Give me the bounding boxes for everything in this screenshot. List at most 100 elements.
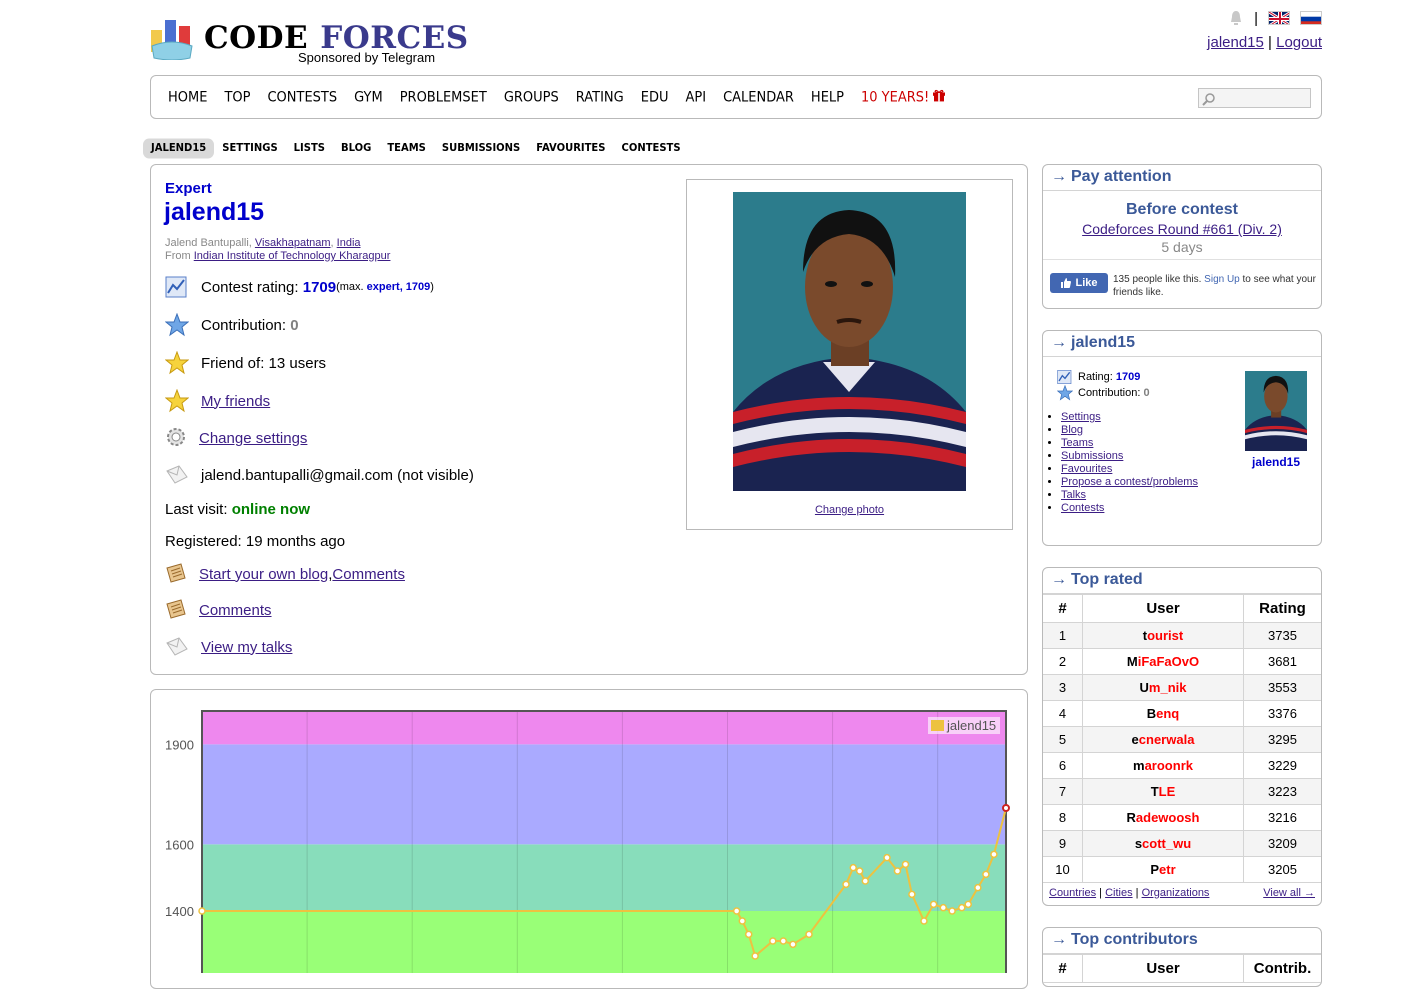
subtab-settings[interactable]: SETTINGS xyxy=(214,138,285,158)
subtab-contests[interactable]: CONTESTS xyxy=(613,138,688,158)
menu-gym[interactable]: GYM xyxy=(354,89,383,106)
rating-point[interactable] xyxy=(1002,804,1010,812)
sidebar-link-settings[interactable]: Settings xyxy=(1061,411,1101,423)
user-first-letter[interactable]: s xyxy=(1135,836,1142,851)
facebook-like-button[interactable]: Like xyxy=(1050,273,1108,293)
user-rest[interactable]: LE xyxy=(1159,784,1176,799)
user-rest[interactable]: cnerwala xyxy=(1139,732,1195,747)
rating-point[interactable] xyxy=(974,883,982,892)
menu-problemset[interactable]: PROBLEMSET xyxy=(400,89,487,106)
rating-point[interactable] xyxy=(769,937,777,945)
menu-10-years[interactable]: 10 YEARS! xyxy=(861,89,946,105)
search-input[interactable] xyxy=(1198,88,1311,108)
subtab-favourites[interactable]: FAVOURITES xyxy=(528,138,613,158)
user-cell[interactable]: Um_nik xyxy=(1082,674,1244,701)
user-rest[interactable]: enq xyxy=(1156,706,1179,721)
rating-point[interactable] xyxy=(990,850,998,859)
rating-point[interactable] xyxy=(751,952,759,960)
rating-point[interactable] xyxy=(982,870,990,879)
sidebar-link-contests[interactable]: Contests xyxy=(1061,502,1104,514)
start-blog-link[interactable]: Start your own blog xyxy=(199,566,328,583)
comments-inline-link[interactable]: Comments xyxy=(332,566,405,583)
rating-point[interactable] xyxy=(929,900,938,909)
user-cell[interactable]: Petr xyxy=(1082,856,1244,883)
menu-calendar[interactable]: CALENDAR xyxy=(723,89,794,106)
header-user-link[interactable]: jalend15 xyxy=(1207,34,1264,51)
rating-point[interactable] xyxy=(842,880,850,889)
fb-signup-link[interactable]: Sign Up xyxy=(1204,274,1240,285)
user-first-letter[interactable]: T xyxy=(1151,784,1159,799)
rating-point[interactable] xyxy=(805,930,813,939)
menu-help[interactable]: HELP xyxy=(811,89,844,106)
countries-link[interactable]: Countries xyxy=(1049,887,1096,899)
rating-point[interactable] xyxy=(849,863,857,872)
comments-link[interactable]: Comments xyxy=(199,602,272,619)
user-cell[interactable]: TLE xyxy=(1082,778,1244,805)
sidebar-link-talks[interactable]: Talks xyxy=(1061,489,1086,501)
rating-point[interactable] xyxy=(198,907,206,915)
organization-link[interactable]: Indian Institute of Technology Kharagpur xyxy=(194,250,391,262)
user-rest[interactable]: adewoosh xyxy=(1136,810,1200,825)
sidebar-link-blog[interactable]: Blog xyxy=(1061,424,1083,436)
user-rest[interactable]: m_nik xyxy=(1149,680,1187,695)
cities-link[interactable]: Cities xyxy=(1105,887,1133,899)
user-cell[interactable]: maroonrk xyxy=(1082,752,1244,779)
subtab-handle[interactable]: JALEND15 xyxy=(143,138,215,158)
user-cell[interactable]: Radewoosh xyxy=(1082,804,1244,831)
sidebar-link-submissions[interactable]: Submissions xyxy=(1061,450,1123,462)
codeforces-logo[interactable]: CODE FORCES Sponsored by Telegram xyxy=(150,14,468,70)
user-cell[interactable]: scott_wu xyxy=(1082,830,1244,857)
menu-home[interactable]: HOME xyxy=(168,89,207,106)
user-first-letter[interactable]: m xyxy=(1133,758,1145,773)
subtab-teams[interactable]: TEAMS xyxy=(379,138,434,158)
menu-groups[interactable]: GROUPS xyxy=(504,89,559,106)
menu-rating[interactable]: RATING xyxy=(576,89,624,106)
change-settings-link[interactable]: Change settings xyxy=(199,430,307,447)
rating-point[interactable] xyxy=(920,917,928,925)
view-all-link[interactable]: View all → xyxy=(1263,887,1315,899)
rating-point[interactable] xyxy=(883,853,891,862)
menu-edu[interactable]: EDU xyxy=(641,89,669,106)
user-rest[interactable]: cott_wu xyxy=(1142,836,1191,851)
user-first-letter[interactable]: M xyxy=(1127,654,1138,669)
sidebar-link-teams[interactable]: Teams xyxy=(1061,437,1093,449)
menu-top[interactable]: TOP xyxy=(224,89,250,106)
city-link[interactable]: Visakhapatnam xyxy=(255,237,331,249)
rating-point[interactable] xyxy=(958,903,966,912)
menu-api[interactable]: API xyxy=(685,89,706,106)
rating-point[interactable] xyxy=(789,940,797,949)
user-cell[interactable]: Benq xyxy=(1082,700,1244,727)
rating-point[interactable] xyxy=(744,930,753,939)
user-rest[interactable]: etr xyxy=(1159,862,1176,877)
sidebar-link-favourites[interactable]: Favourites xyxy=(1061,463,1112,475)
user-rest[interactable]: aroonrk xyxy=(1145,758,1193,773)
rating-point[interactable] xyxy=(964,900,972,909)
subtab-submissions[interactable]: SUBMISSIONS xyxy=(434,138,528,158)
change-photo-link[interactable]: Change photo xyxy=(815,504,884,516)
organizations-link[interactable]: Organizations xyxy=(1142,887,1210,899)
menu-contests[interactable]: CONTESTS xyxy=(267,89,337,106)
logout-link[interactable]: Logout xyxy=(1276,34,1322,51)
rating-point[interactable] xyxy=(893,867,902,875)
user-first-letter[interactable]: e xyxy=(1132,732,1139,747)
rating-point[interactable] xyxy=(908,890,916,899)
user-first-letter[interactable]: P xyxy=(1150,862,1159,877)
user-cell[interactable]: MiFaFaOvO xyxy=(1082,648,1244,675)
rating-point[interactable] xyxy=(779,937,788,945)
contest-round-link[interactable]: Codeforces Round #661 (Div. 2) xyxy=(1082,221,1282,237)
my-friends-link[interactable]: My friends xyxy=(201,393,270,410)
user-rest[interactable]: ourist xyxy=(1147,628,1183,643)
rating-point[interactable] xyxy=(732,907,741,915)
country-link[interactable]: India xyxy=(337,237,361,249)
user-cell[interactable]: tourist xyxy=(1082,622,1244,649)
rating-point[interactable] xyxy=(861,877,870,885)
mini-avatar-caption[interactable]: jalend15 xyxy=(1239,455,1313,469)
user-first-letter[interactable]: B xyxy=(1147,706,1156,721)
user-rest[interactable]: iFaFaOvO xyxy=(1138,654,1199,669)
english-flag-icon[interactable] xyxy=(1268,11,1290,25)
sidebar-link-propose[interactable]: Propose a contest/problems xyxy=(1061,476,1198,488)
mini-avatar[interactable] xyxy=(1245,371,1307,451)
rating-point[interactable] xyxy=(948,907,956,915)
user-first-letter[interactable]: U xyxy=(1140,680,1149,695)
bell-icon[interactable] xyxy=(1228,10,1244,26)
